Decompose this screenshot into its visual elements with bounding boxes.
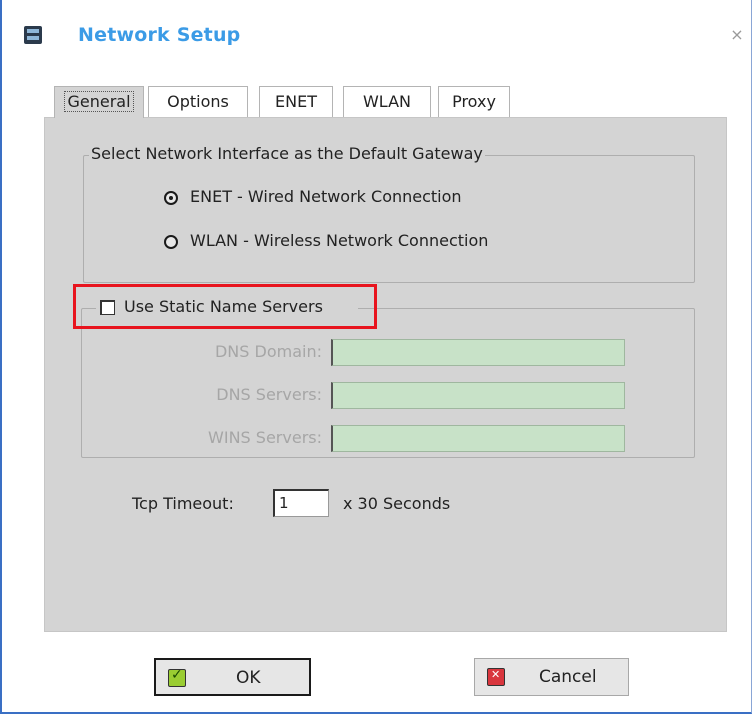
network-setup-icon bbox=[24, 26, 42, 44]
use-static-name-servers-checkbox[interactable] bbox=[100, 300, 115, 315]
use-static-name-servers-label: Use Static Name Servers bbox=[124, 297, 323, 316]
radio-wlan-button[interactable] bbox=[164, 235, 178, 249]
use-static-name-servers-row[interactable]: Use Static Name Servers bbox=[96, 297, 358, 319]
tcp-timeout-input[interactable]: 1 bbox=[273, 489, 329, 517]
dns-servers-field[interactable] bbox=[331, 382, 625, 409]
tab-proxy[interactable]: Proxy bbox=[438, 86, 510, 117]
radio-enet-label: ENET - Wired Network Connection bbox=[190, 187, 462, 206]
tab-options[interactable]: Options bbox=[148, 86, 248, 117]
gateway-groupbox: Select Network Interface as the Default … bbox=[83, 144, 695, 283]
wins-servers-field[interactable] bbox=[331, 425, 625, 452]
cancel-button[interactable]: Cancel bbox=[474, 658, 629, 696]
tab-proxy-label: Proxy bbox=[452, 92, 496, 111]
tab-wlan-label: WLAN bbox=[362, 92, 411, 111]
tcp-timeout-suffix: x 30 Seconds bbox=[343, 494, 451, 513]
ok-button-label: OK bbox=[236, 668, 261, 688]
tab-enet-label: ENET bbox=[275, 92, 317, 111]
title-bar: Network Setup × bbox=[2, 0, 752, 72]
dialog-title: Network Setup bbox=[78, 24, 241, 46]
name-servers-groupbox: Use Static Name Servers DNS Domain: DNS … bbox=[81, 297, 695, 458]
dns-servers-label: DNS Servers: bbox=[216, 385, 322, 404]
general-tab-panel: Select Network Interface as the Default … bbox=[44, 117, 727, 632]
radio-enet-button[interactable] bbox=[164, 191, 178, 205]
dns-domain-field[interactable] bbox=[331, 339, 625, 366]
close-icon[interactable]: × bbox=[726, 24, 748, 46]
radio-wlan[interactable]: WLAN - Wireless Network Connection bbox=[164, 231, 564, 253]
gateway-group-label: Select Network Interface as the Default … bbox=[89, 144, 485, 163]
cancel-icon bbox=[487, 668, 505, 686]
network-setup-dialog: Network Setup × General Options ENET WLA… bbox=[0, 0, 752, 714]
tab-enet[interactable]: ENET bbox=[259, 86, 333, 117]
tab-general[interactable]: General bbox=[54, 86, 144, 118]
ok-button[interactable]: OK bbox=[154, 658, 311, 696]
tcp-timeout-label: Tcp Timeout: bbox=[132, 494, 234, 513]
radio-enet[interactable]: ENET - Wired Network Connection bbox=[164, 187, 524, 209]
dns-domain-label: DNS Domain: bbox=[214, 342, 322, 361]
cancel-button-label: Cancel bbox=[539, 667, 597, 687]
tab-general-label: General bbox=[64, 91, 134, 112]
radio-wlan-label: WLAN - Wireless Network Connection bbox=[190, 231, 489, 250]
tab-options-label: Options bbox=[167, 92, 229, 111]
check-icon bbox=[168, 667, 186, 687]
tab-wlan[interactable]: WLAN bbox=[343, 86, 431, 117]
wins-servers-label: WINS Servers: bbox=[208, 428, 322, 447]
